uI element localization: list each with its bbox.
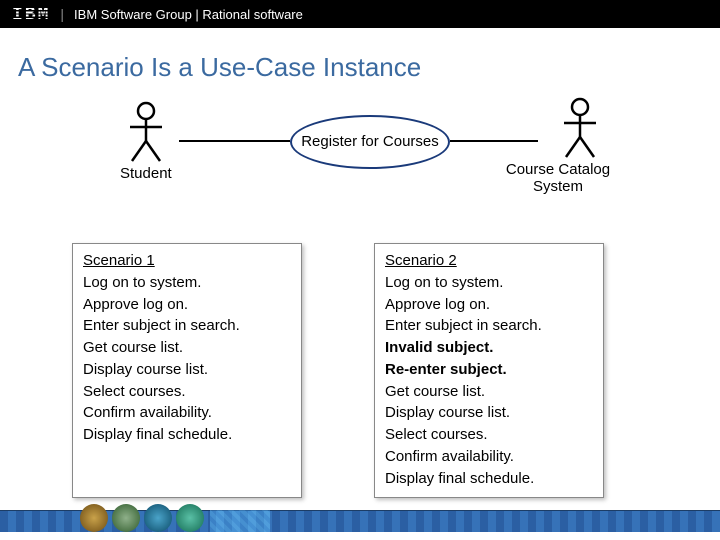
stick-figure-icon <box>124 101 168 163</box>
header-text: IBM Software Group | Rational software <box>74 7 303 22</box>
footer-medallion-icon <box>144 504 172 532</box>
scenario-step: Display final schedule. <box>385 468 589 490</box>
slide-title: A Scenario Is a Use-Case Instance <box>0 28 720 93</box>
scenario-step: Confirm availability. <box>385 446 589 468</box>
footer-medallion-icon <box>176 504 204 532</box>
scenario-step: Re-enter subject. <box>385 359 589 381</box>
scenario-step: Log on to system. <box>385 272 589 294</box>
stick-figure-icon <box>558 97 602 159</box>
usecase-oval: Register for Courses <box>290 115 450 169</box>
scenario-step: Display course list. <box>385 402 589 424</box>
actor-course-catalog-label: Course Catalog System <box>493 161 623 195</box>
actor-student-label: Student <box>120 165 172 182</box>
footer-hatch-icon <box>210 510 270 532</box>
scenario-step: Approve log on. <box>385 294 589 316</box>
scenario-step: Log on to system. <box>83 272 287 294</box>
scenario-step: Display course list. <box>83 359 287 381</box>
scenario-box: Scenario 2Log on to system.Approve log o… <box>374 243 604 498</box>
scenario-step: Enter subject in search. <box>83 315 287 337</box>
ibm-logo: IBM <box>12 5 50 24</box>
slide-footer <box>0 510 720 540</box>
scenario-step: Invalid subject. <box>385 337 589 359</box>
scenario-step: Approve log on. <box>83 294 287 316</box>
usecase-diagram: Student Register for Courses Course Cata… <box>0 93 720 253</box>
footer-icons <box>80 504 204 532</box>
actor-student: Student <box>120 101 172 182</box>
usecase-label: Register for Courses <box>301 133 439 150</box>
scenario-title: Scenario 2 <box>385 250 589 272</box>
scenario-step: Display final schedule. <box>83 424 287 446</box>
scenario-step: Confirm availability. <box>83 402 287 424</box>
header-divider: | <box>60 6 64 22</box>
scenario-row: Scenario 1Log on to system.Approve log o… <box>0 243 720 498</box>
slide-header: IBM | IBM Software Group | Rational soft… <box>0 0 720 28</box>
scenario-step: Select courses. <box>385 424 589 446</box>
association-line-right <box>450 140 538 142</box>
scenario-box: Scenario 1Log on to system.Approve log o… <box>72 243 302 498</box>
scenario-step: Get course list. <box>83 337 287 359</box>
association-line-left <box>179 140 290 142</box>
footer-medallion-icon <box>112 504 140 532</box>
footer-medallion-icon <box>80 504 108 532</box>
scenario-step: Select courses. <box>83 381 287 403</box>
actor-course-catalog: Course Catalog System <box>536 97 623 195</box>
scenario-title: Scenario 1 <box>83 250 287 272</box>
scenario-step: Get course list. <box>385 381 589 403</box>
scenario-step: Enter subject in search. <box>385 315 589 337</box>
